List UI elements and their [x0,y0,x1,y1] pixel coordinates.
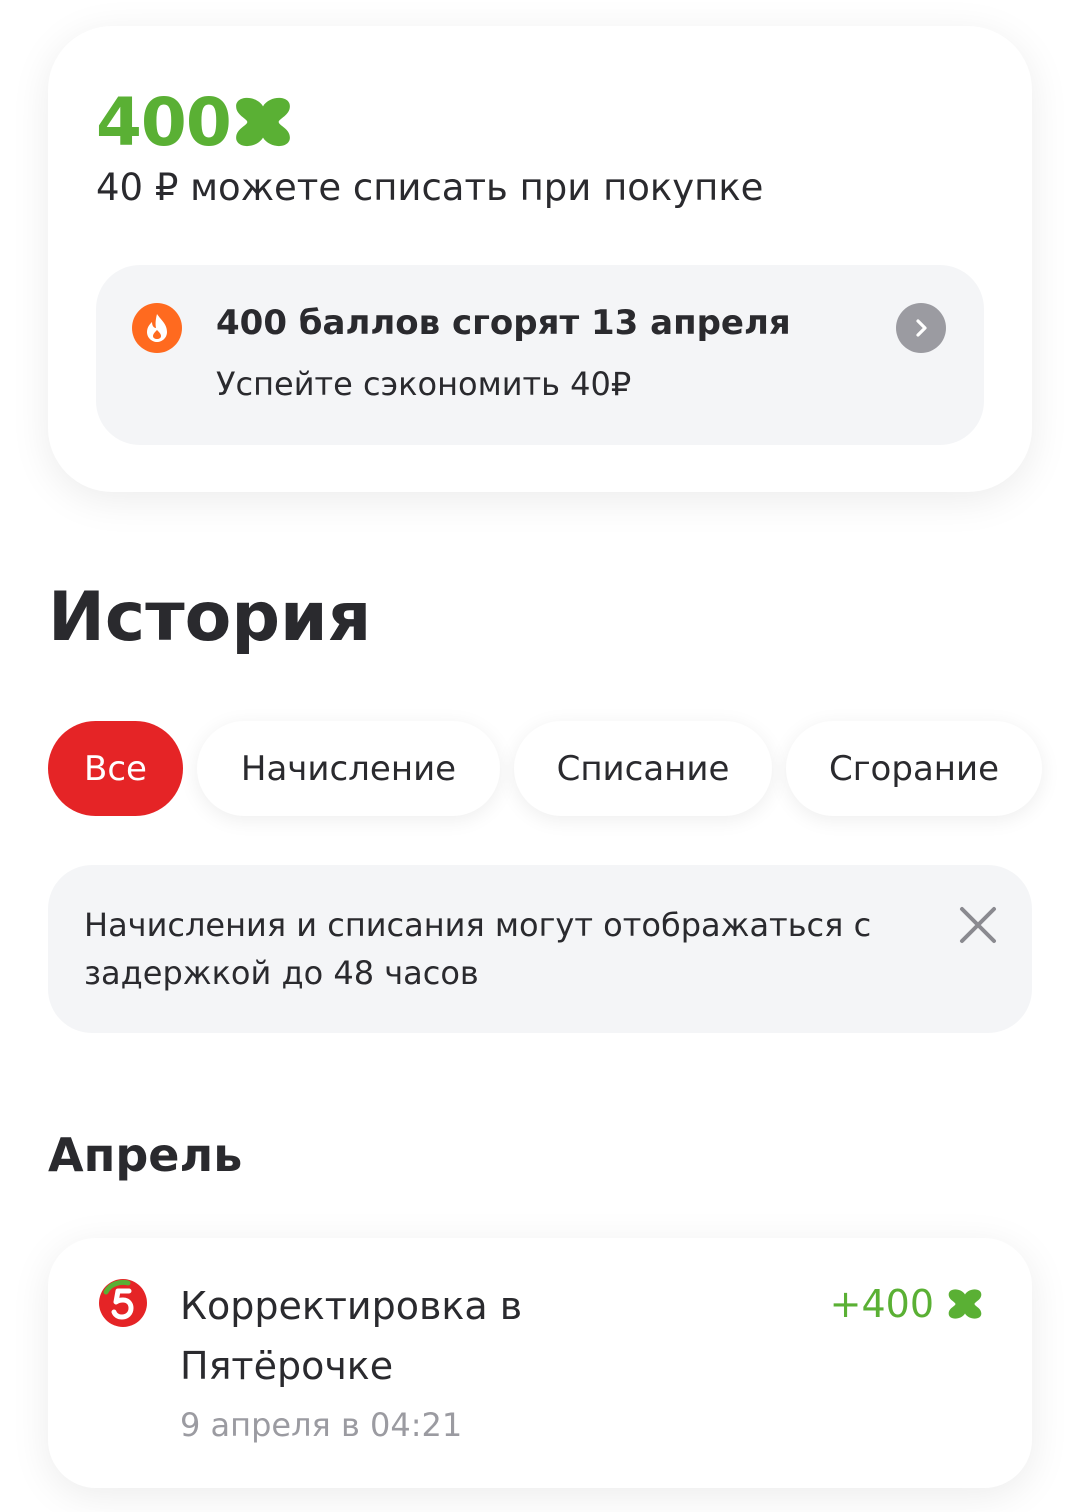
expiry-banner[interactable]: 400 баллов сгорят 13 апреля Успейте сэко… [96,265,984,445]
transaction-amount: +400 [829,1282,934,1326]
transaction-card[interactable]: Корректировка в Пятёрочке 9 апреля в 04:… [48,1238,1032,1488]
pyaterochka-logo [98,1278,148,1332]
close-icon[interactable] [958,905,998,949]
filter-chip-all[interactable]: Все [48,721,183,816]
history-title: История [48,578,372,657]
points-cross-icon [235,94,291,150]
delay-notice: Начисления и списания могут отображаться… [48,865,1032,1033]
expiry-title: 400 баллов сгорят 13 апреля [216,303,791,343]
balance-subtitle: 40 ₽ можете списать при покупке [96,166,764,209]
filter-chip-accrual[interactable]: Начисление [197,721,500,816]
balance-card: 400 40 ₽ можете списать при покупке 400 … [48,26,1032,492]
points-cross-icon [948,1287,982,1321]
balance-row: 400 [96,82,291,162]
transaction-amount-row: +400 [830,1280,982,1328]
notice-text: Начисления и списания могут отображаться… [84,906,872,992]
filter-chip-expiry[interactable]: Сгорание [786,721,1042,816]
transaction-date: 9 апреля в 04:21 [180,1406,463,1444]
transaction-title: Корректировка в Пятёрочке [180,1284,523,1388]
expiry-subtitle: Успейте сэкономить 40₽ [216,365,632,403]
filter-chip-writeoff[interactable]: Списание [514,721,772,816]
fire-icon [132,303,182,357]
balance-points: 400 [96,83,232,161]
chevron-right-icon[interactable] [896,303,946,353]
month-heading: Апрель [48,1128,243,1182]
